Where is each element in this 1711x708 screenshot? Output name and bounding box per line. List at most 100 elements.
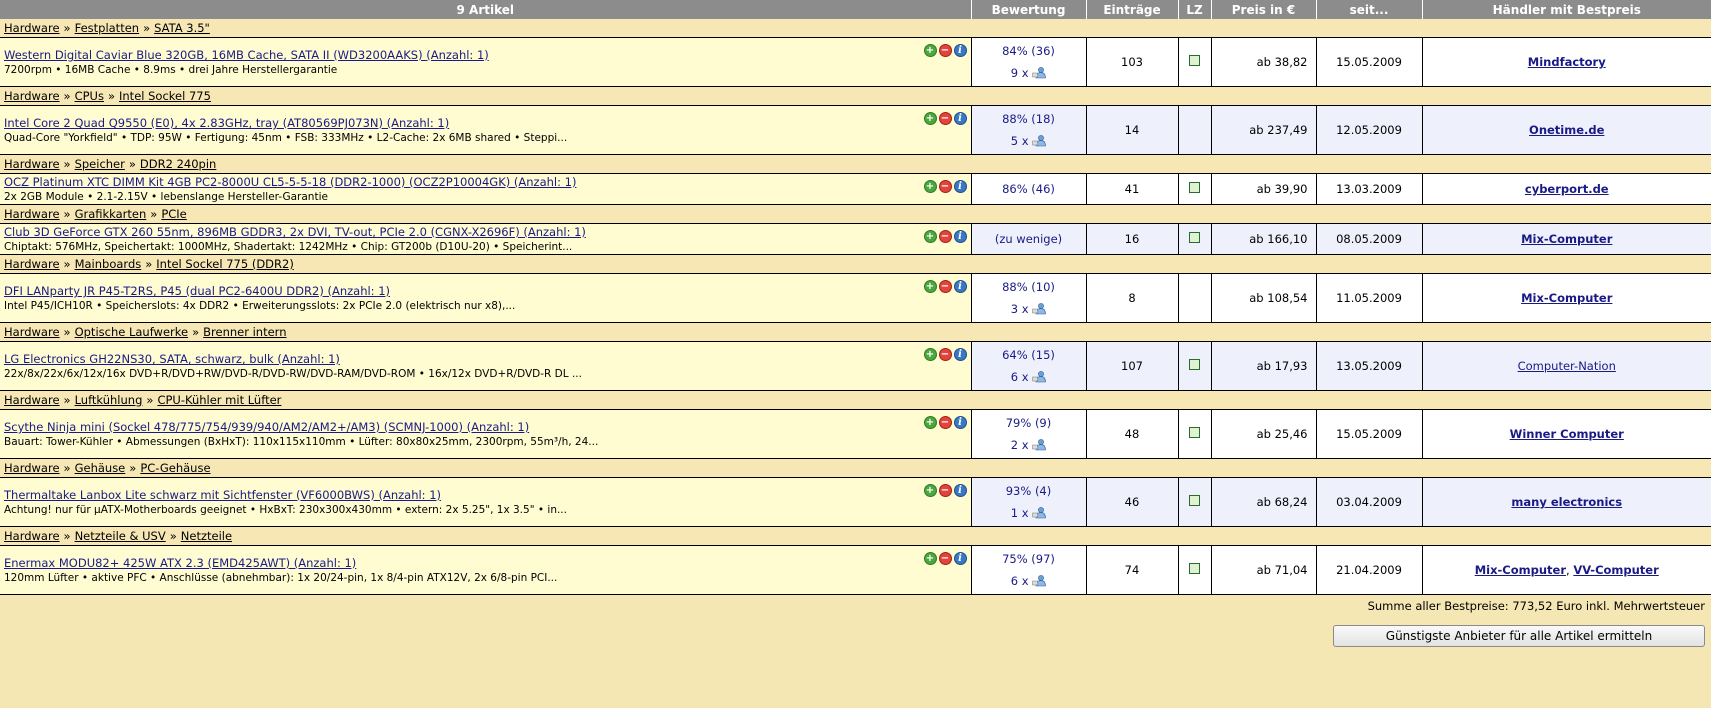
add-icon[interactable]: + bbox=[923, 230, 937, 243]
add-icon[interactable]: + bbox=[923, 44, 937, 57]
product-title-link[interactable]: OCZ Platinum XTC DIMM Kit 4GB PC2-8000U … bbox=[4, 175, 967, 189]
info-icon[interactable]: i bbox=[953, 416, 967, 429]
breadcrumb-link[interactable]: Hardware bbox=[4, 257, 60, 271]
breadcrumb-link[interactable]: DDR2 240pin bbox=[140, 157, 216, 171]
product-actions: + − i bbox=[923, 416, 967, 429]
find-cheapest-dealers-button[interactable]: Günstigste Anbieter für alle Artikel erm… bbox=[1333, 625, 1705, 647]
breadcrumb-link[interactable]: Hardware bbox=[4, 461, 60, 475]
rating-count-link[interactable]: 1 x bbox=[973, 506, 1085, 520]
remove-icon[interactable]: − bbox=[938, 552, 952, 565]
breadcrumb-link[interactable]: Brenner intern bbox=[203, 325, 286, 339]
dealer-link[interactable]: Onetime.de bbox=[1529, 123, 1604, 137]
dealer-link[interactable]: Mindfactory bbox=[1528, 55, 1606, 69]
info-icon[interactable]: i bbox=[953, 348, 967, 361]
info-icon[interactable]: i bbox=[953, 552, 967, 565]
info-icon[interactable]: i bbox=[953, 44, 967, 57]
header-since[interactable]: seit... bbox=[1315, 0, 1422, 19]
breadcrumb-link[interactable]: PC-Gehäuse bbox=[140, 461, 210, 475]
rating-value: 88% (10) bbox=[1002, 280, 1055, 294]
product-title-link[interactable]: Western Digital Caviar Blue 320GB, 16MB … bbox=[4, 48, 967, 62]
breadcrumb-link[interactable]: Hardware bbox=[4, 393, 60, 407]
dealer-link[interactable]: Mix-Computer bbox=[1475, 563, 1566, 577]
product-title-link[interactable]: Club 3D GeForce GTX 260 55nm, 896MB GDDR… bbox=[4, 225, 967, 239]
breadcrumb-link[interactable]: Netzteile & USV bbox=[75, 529, 166, 543]
entries-count: 107 bbox=[1085, 341, 1178, 391]
dealer-link[interactable]: Computer-Nation bbox=[1518, 359, 1616, 373]
remove-icon[interactable]: − bbox=[938, 280, 952, 293]
rating-count-link[interactable]: 5 x bbox=[973, 134, 1085, 148]
category-breadcrumb-row: Hardware» Optische Laufwerke» Brenner inte… bbox=[0, 322, 1711, 342]
add-icon[interactable]: + bbox=[923, 280, 937, 293]
product-title-link[interactable]: Thermaltake Lanbox Lite schwarz mit Sich… bbox=[4, 488, 967, 502]
breadcrumb-link[interactable]: Netzteile bbox=[181, 529, 232, 543]
dealer-link[interactable]: Winner Computer bbox=[1510, 427, 1624, 441]
dealer-link[interactable]: Mix-Computer bbox=[1521, 232, 1612, 246]
product-title-link[interactable]: Scythe Ninja mini (Sockel 478/775/754/93… bbox=[4, 420, 967, 434]
breadcrumb-link[interactable]: SATA 3.5" bbox=[154, 21, 210, 35]
dealer-link[interactable]: cyberport.de bbox=[1525, 182, 1609, 196]
remove-icon[interactable]: − bbox=[938, 44, 952, 57]
rating-count-link[interactable]: 6 x bbox=[973, 370, 1085, 384]
best-price: ab 25,46 bbox=[1210, 409, 1316, 459]
dealer-link[interactable]: Mix-Computer bbox=[1521, 291, 1612, 305]
rating-value: 84% (36) bbox=[1002, 44, 1055, 58]
breadcrumb-link[interactable]: CPUs bbox=[75, 89, 104, 103]
header-entries[interactable]: Einträge bbox=[1085, 0, 1178, 19]
breadcrumb-link[interactable]: Intel Sockel 775 bbox=[119, 89, 211, 103]
breadcrumb: Hardware» Speicher» DDR2 240pin bbox=[0, 154, 1711, 174]
remove-icon[interactable]: − bbox=[938, 230, 952, 243]
add-icon[interactable]: + bbox=[923, 180, 937, 193]
breadcrumb-link[interactable]: Gehäuse bbox=[75, 461, 126, 475]
info-icon[interactable]: i bbox=[953, 112, 967, 125]
remove-icon[interactable]: − bbox=[938, 416, 952, 429]
product-cell: Scythe Ninja mini (Sockel 478/775/754/93… bbox=[0, 409, 971, 459]
header-dealer[interactable]: Händler mit Bestpreis bbox=[1421, 0, 1711, 19]
add-icon[interactable]: + bbox=[923, 484, 937, 497]
header-rating[interactable]: Bewertung bbox=[970, 0, 1086, 19]
add-icon[interactable]: + bbox=[923, 112, 937, 125]
dealer-link[interactable]: VV-Computer bbox=[1573, 563, 1658, 577]
breadcrumb-link[interactable]: Hardware bbox=[4, 157, 60, 171]
info-icon[interactable]: i bbox=[953, 230, 967, 243]
lz-cell bbox=[1177, 341, 1211, 391]
header-price[interactable]: Preis in € bbox=[1210, 0, 1316, 19]
breadcrumb-link[interactable]: PCIe bbox=[161, 207, 186, 221]
rating-value: 93% (4) bbox=[1005, 484, 1052, 498]
entries-count: 16 bbox=[1085, 223, 1178, 255]
breadcrumb-link[interactable]: Hardware bbox=[4, 21, 60, 35]
add-icon[interactable]: + bbox=[923, 348, 937, 361]
rating-count-link[interactable]: 2 x bbox=[973, 438, 1085, 452]
rating-count-link[interactable]: 9 x bbox=[973, 66, 1085, 80]
remove-icon[interactable]: − bbox=[938, 484, 952, 497]
info-icon[interactable]: i bbox=[953, 280, 967, 293]
breadcrumb-link[interactable]: Speicher bbox=[75, 157, 125, 171]
breadcrumb-link[interactable]: CPU-Kühler mit Lüfter bbox=[157, 393, 281, 407]
add-icon[interactable]: + bbox=[923, 416, 937, 429]
rating-count-link[interactable]: 3 x bbox=[973, 302, 1085, 316]
info-icon[interactable]: i bbox=[953, 180, 967, 193]
breadcrumb-link[interactable]: Hardware bbox=[4, 325, 60, 339]
rating-count-link[interactable]: 6 x bbox=[973, 574, 1085, 588]
dealer-link[interactable]: many electronics bbox=[1511, 495, 1622, 509]
rating-cell: 93% (4) 1 x bbox=[970, 477, 1086, 527]
breadcrumb-link[interactable]: Luftkühlung bbox=[75, 393, 143, 407]
breadcrumb-link[interactable]: Mainboards bbox=[75, 257, 142, 271]
breadcrumb-link[interactable]: Hardware bbox=[4, 89, 60, 103]
add-icon[interactable]: + bbox=[923, 552, 937, 565]
info-icon[interactable]: i bbox=[953, 484, 967, 497]
product-title-link[interactable]: DFI LANparty JR P45-T2RS, P45 (dual PC2-… bbox=[4, 284, 967, 298]
breadcrumb-link[interactable]: Hardware bbox=[4, 207, 60, 221]
header-lz[interactable]: LZ bbox=[1177, 0, 1211, 19]
remove-icon[interactable]: − bbox=[938, 112, 952, 125]
breadcrumb-link[interactable]: Optische Laufwerke bbox=[75, 325, 189, 339]
product-cell: Enermax MODU82+ 425W ATX 2.3 (EMD425AWT)… bbox=[0, 545, 971, 595]
product-title-link[interactable]: Enermax MODU82+ 425W ATX 2.3 (EMD425AWT)… bbox=[4, 556, 967, 570]
remove-icon[interactable]: − bbox=[938, 180, 952, 193]
breadcrumb-link[interactable]: Hardware bbox=[4, 529, 60, 543]
remove-icon[interactable]: − bbox=[938, 348, 952, 361]
breadcrumb-link[interactable]: Intel Sockel 775 (DDR2) bbox=[156, 257, 294, 271]
breadcrumb-link[interactable]: Festplatten bbox=[75, 21, 140, 35]
breadcrumb-link[interactable]: Grafikkarten bbox=[75, 207, 147, 221]
product-title-link[interactable]: LG Electronics GH22NS30, SATA, schwarz, … bbox=[4, 352, 967, 366]
product-title-link[interactable]: Intel Core 2 Quad Q9550 (E0), 4x 2.83GHz… bbox=[4, 116, 967, 130]
